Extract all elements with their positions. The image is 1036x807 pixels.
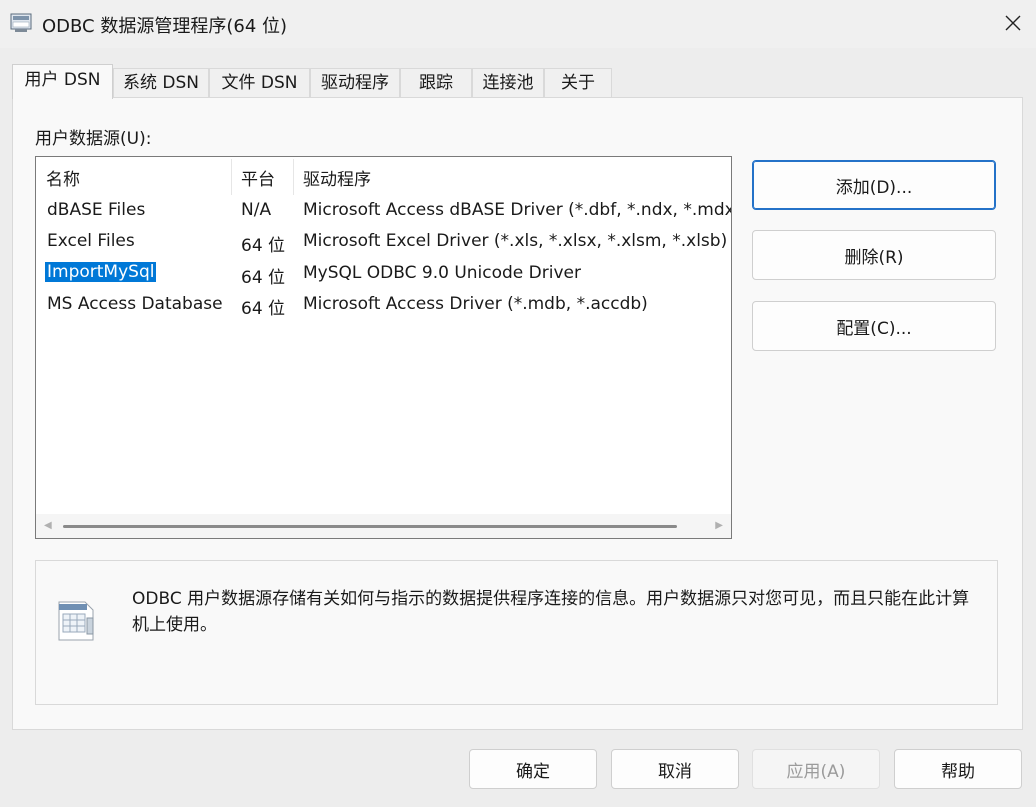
column-header-platform[interactable]: 平台	[241, 165, 275, 190]
row-name: dBASE Files	[47, 200, 146, 220]
close-icon	[1005, 15, 1021, 31]
tab-file-dsn[interactable]: 文件 DSN	[209, 68, 310, 98]
apply-button[interactable]: 应用(A)	[752, 749, 880, 789]
row-driver: MySQL ODBC 9.0 Unicode Driver	[303, 263, 581, 283]
info-box: ODBC 用户数据源存储有关如何与指示的数据提供程序连接的信息。用户数据源只对您…	[35, 560, 998, 705]
cancel-button[interactable]: 取消	[611, 749, 739, 789]
remove-button[interactable]: 删除(R)	[752, 230, 996, 280]
row-name: MS Access Database	[47, 294, 223, 314]
row-driver: Microsoft Excel Driver (*.xls, *.xlsx, *…	[303, 231, 728, 251]
row-name: ImportMySql	[43, 261, 158, 283]
title-bar[interactable]: ODBC 数据源管理程序(64 位)	[0, 0, 1036, 48]
row-platform: 64 位	[241, 268, 286, 288]
odbc-app-icon	[10, 13, 32, 32]
data-source-icon	[58, 601, 94, 641]
add-button[interactable]: 添加(D)...	[752, 160, 996, 210]
tab-connection-pooling[interactable]: 连接池	[472, 68, 544, 98]
column-header-name[interactable]: 名称	[46, 165, 80, 190]
row-name: Excel Files	[47, 231, 135, 251]
data-source-list[interactable]: 名称 平台 驱动程序 dBASE Files N/A Microsoft Acc…	[35, 156, 732, 539]
row-driver: Microsoft Access dBASE Driver (*.dbf, *.…	[303, 200, 732, 220]
info-description: ODBC 用户数据源存储有关如何与指示的数据提供程序连接的信息。用户数据源只对您…	[132, 589, 970, 635]
tab-tracing[interactable]: 跟踪	[400, 68, 472, 98]
row-driver: Microsoft Access Driver (*.mdb, *.accdb)	[303, 294, 648, 314]
tab-drivers[interactable]: 驱动程序	[310, 68, 400, 98]
help-button[interactable]: 帮助	[894, 749, 1022, 789]
close-button[interactable]	[990, 0, 1036, 46]
row-platform: N/A	[241, 200, 272, 220]
column-divider[interactable]	[293, 159, 294, 195]
configure-button[interactable]: 配置(C)...	[752, 301, 996, 351]
user-dsn-panel: 用户数据源(U): 名称 平台 驱动程序 dBASE Files N/A Mic…	[12, 97, 1023, 730]
row-platform: 64 位	[241, 299, 286, 319]
tab-user-dsn[interactable]: 用户 DSN	[12, 64, 113, 99]
scroll-left-icon[interactable]: ◀	[44, 520, 52, 531]
row-platform: 64 位	[241, 236, 286, 256]
horizontal-scrollbar[interactable]: ◀ ▶	[36, 514, 731, 538]
user-data-sources-label: 用户数据源(U):	[35, 129, 152, 149]
window-title: ODBC 数据源管理程序(64 位)	[42, 16, 288, 37]
tab-about[interactable]: 关于	[544, 68, 612, 98]
scroll-right-icon[interactable]: ▶	[715, 520, 723, 531]
column-header-driver[interactable]: 驱动程序	[303, 165, 371, 190]
ok-button[interactable]: 确定	[469, 749, 597, 789]
tab-system-dsn[interactable]: 系统 DSN	[113, 68, 209, 98]
scrollbar-thumb[interactable]	[63, 525, 677, 528]
column-divider[interactable]	[231, 159, 232, 195]
